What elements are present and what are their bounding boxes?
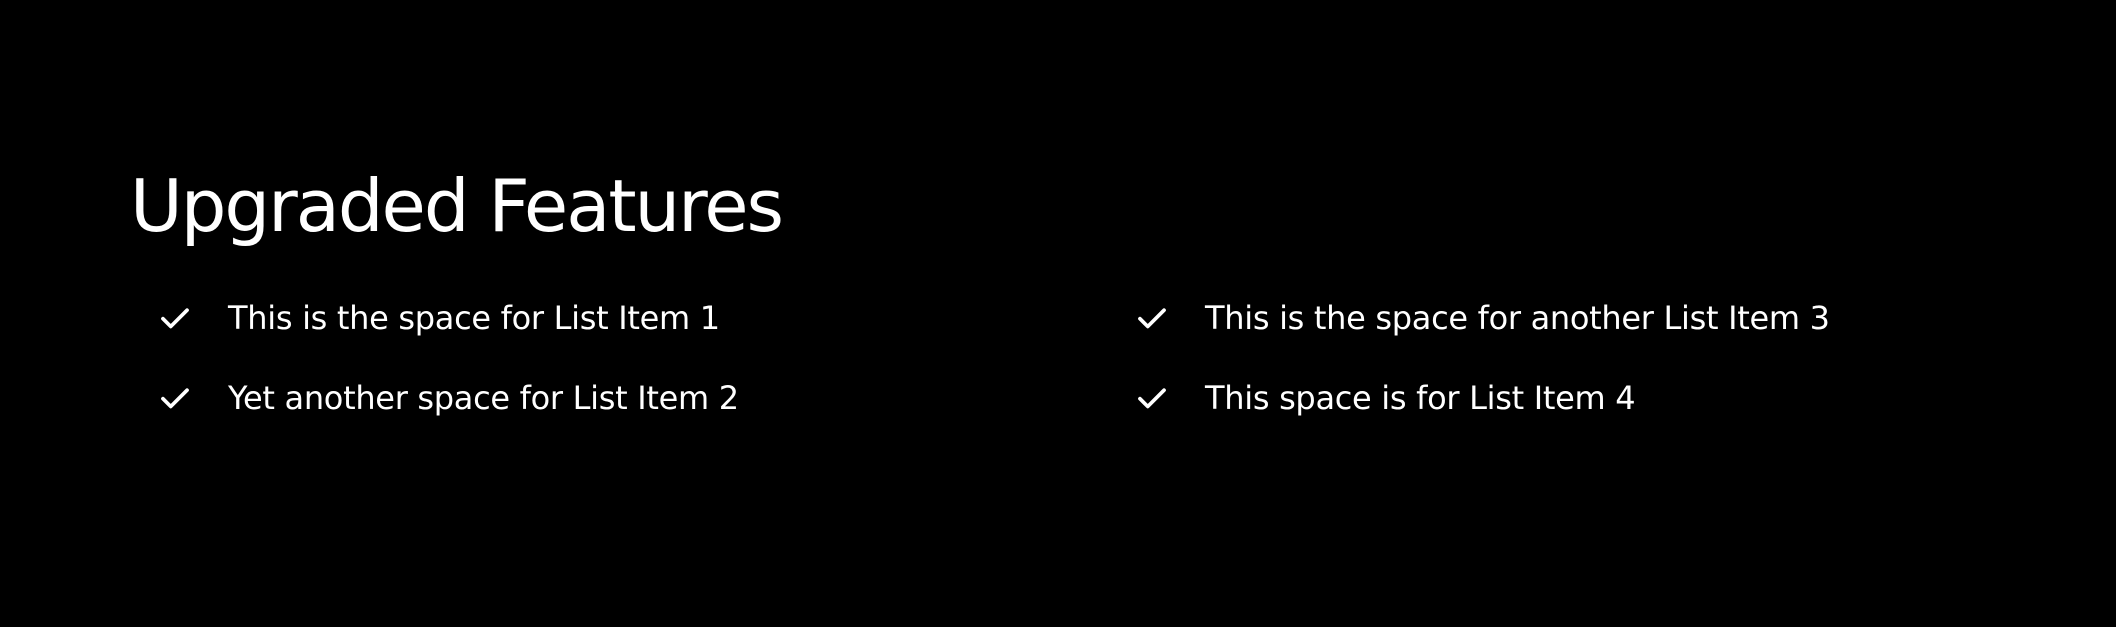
list-item-label: This is the space for another List Item …: [1205, 299, 1830, 337]
section-title: Upgraded Features: [130, 164, 784, 248]
checkmark-icon: [1138, 388, 1166, 409]
list-item: This is the space for another List Item …: [1135, 292, 2018, 344]
list-item: This space is for List Item 4: [1135, 372, 2018, 424]
list-item-label: This is the space for List Item 1: [228, 299, 720, 337]
list-item: This is the space for List Item 1: [158, 292, 1135, 344]
list-item: Yet another space for List Item 2: [158, 372, 1135, 424]
checkmark-icon: [1138, 308, 1166, 329]
list-item-label: This space is for List Item 4: [1205, 379, 1636, 417]
features-list: This is the space for List Item 1 This i…: [158, 292, 2018, 452]
upgraded-features-section: Upgraded Features This is the space for …: [0, 0, 2116, 627]
checkmark-icon: [161, 388, 189, 409]
list-item-label: Yet another space for List Item 2: [228, 379, 739, 417]
checkmark-icon: [161, 308, 189, 329]
